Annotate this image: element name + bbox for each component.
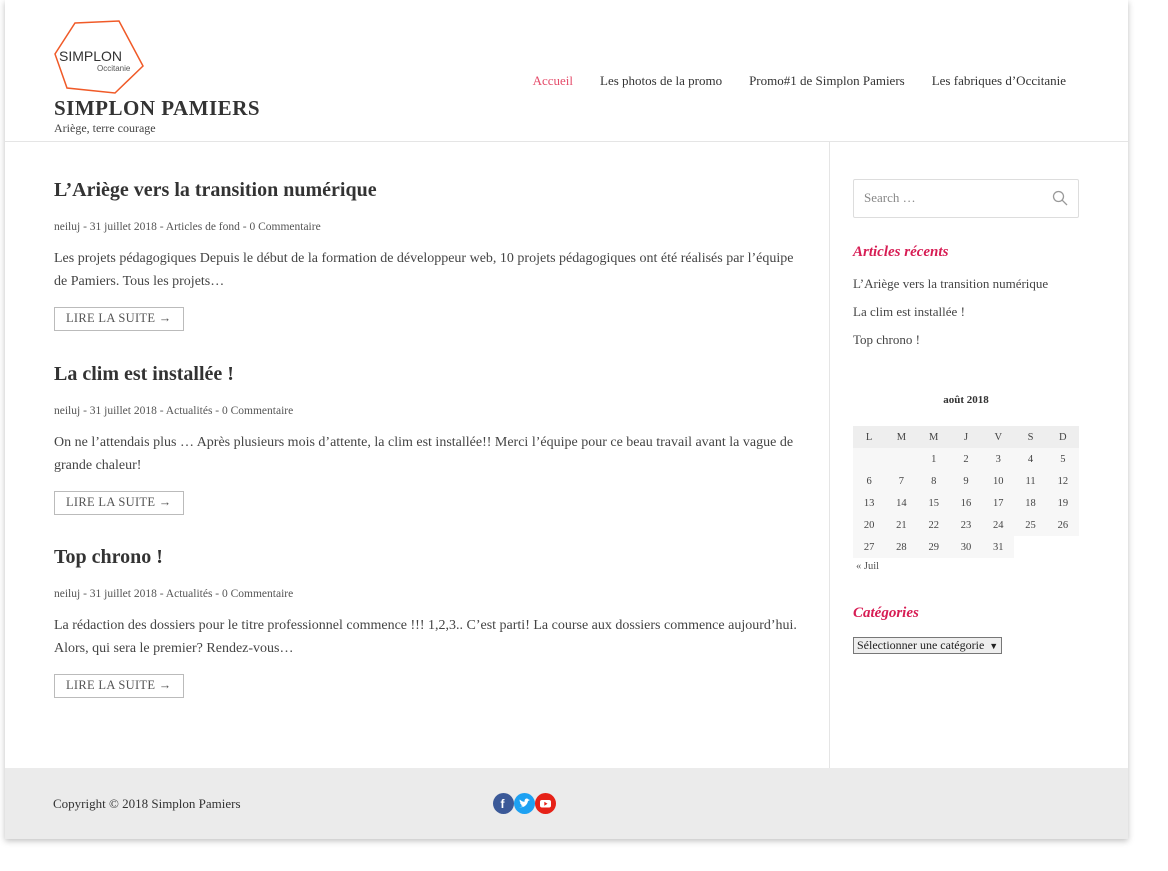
calendar-day: 27 (853, 536, 886, 558)
calendar-day: 1 (917, 448, 950, 470)
calendar-day-header: S (1014, 426, 1047, 448)
calendar-day-header: L (853, 426, 886, 448)
calendar-day: 3 (982, 448, 1015, 470)
calendar-day-header: V (982, 426, 1015, 448)
calendar-empty-cell (1046, 536, 1079, 558)
search-box (853, 179, 1079, 218)
facebook-icon[interactable]: f (493, 793, 514, 814)
social-links: f (493, 793, 556, 814)
post-title[interactable]: La clim est installée ! (54, 363, 814, 386)
calendar-day: 10 (982, 470, 1015, 492)
post-title[interactable]: L’Ariège vers la transition numérique (54, 179, 814, 202)
calendar-day: 25 (1014, 514, 1047, 536)
calendar-day: 5 (1046, 448, 1079, 470)
copyright-text: Copyright © 2018 Simplon Pamiers (53, 796, 241, 811)
recent-post-link[interactable]: Top chrono ! (853, 332, 1048, 360)
categories-title: Catégories (853, 605, 919, 621)
calendar-week-row: 13 14 15 16 17 18 19 (853, 492, 1079, 514)
post: Top chrono ! neiluj - 31 juillet 2018 - … (54, 546, 814, 698)
calendar-empty-cell (885, 448, 918, 470)
calendar-day: 16 (949, 492, 983, 514)
main-nav: Accueil Les photos de la promo Promo#1 d… (533, 73, 1066, 89)
categories-select-value: Sélectionner une catégorie (857, 638, 985, 652)
post-excerpt: La rédaction des dossiers pour le titre … (54, 618, 797, 656)
site-logo[interactable]: SIMPLON Occitanie (53, 20, 145, 96)
calendar-day: 8 (917, 470, 950, 492)
calendar-day: 28 (885, 536, 918, 558)
calendar-empty-cell (853, 448, 886, 470)
logo-subtext: Occitanie (97, 64, 131, 73)
calendar-day: 2 (949, 448, 983, 470)
calendar-day: 17 (982, 492, 1015, 514)
svg-text:f: f (501, 797, 506, 811)
nav-item-fabriques[interactable]: Les fabriques d’Occitanie (932, 73, 1066, 89)
read-more-button[interactable]: LIRE LA SUITE → (54, 491, 184, 515)
site-title[interactable]: SIMPLON PAMIERS (54, 96, 260, 121)
sidebar-divider (829, 142, 830, 768)
read-more-button[interactable]: LIRE LA SUITE → (54, 307, 184, 331)
calendar-day: 22 (917, 514, 950, 536)
calendar-week-row: 20 21 22 23 24 25 26 (853, 514, 1079, 536)
calendar-day: 11 (1014, 470, 1047, 492)
calendar-day: 19 (1046, 492, 1079, 514)
site-footer: Copyright © 2018 Simplon Pamiers f (5, 768, 1128, 839)
calendar-day: 13 (853, 492, 886, 514)
calendar-week-row: 12345 (853, 448, 1079, 470)
search-icon[interactable] (1052, 190, 1068, 211)
nav-item-promo[interactable]: Promo#1 de Simplon Pamiers (749, 73, 905, 89)
calendar-empty-cell (1014, 536, 1047, 558)
site-header: SIMPLON Occitanie SIMPLON PAMIERS Ariège… (5, 0, 1128, 142)
logo-text: SIMPLON (59, 48, 122, 64)
post-meta: neiluj - 31 juillet 2018 - Actualités - … (54, 588, 294, 600)
search-input[interactable] (864, 190, 1034, 206)
calendar-day: 7 (885, 470, 918, 492)
recent-posts-list: L’Ariège vers la transition numérique La… (853, 276, 1048, 360)
post: L’Ariège vers la transition numérique ne… (54, 179, 814, 331)
post-title[interactable]: Top chrono ! (54, 546, 814, 569)
calendar-day-header: M (917, 426, 950, 448)
calendar-day: 12 (1046, 470, 1079, 492)
calendar-day: 9 (949, 470, 983, 492)
recent-post-link[interactable]: La clim est installée ! (853, 304, 1048, 332)
calendar-day: 29 (917, 536, 950, 558)
youtube-icon[interactable] (535, 793, 556, 814)
calendar-day: 26 (1046, 514, 1079, 536)
calendar-day: 23 (949, 514, 983, 536)
calendar-day: 18 (1014, 492, 1047, 514)
calendar-prev-link[interactable]: « Juil (856, 561, 879, 572)
calendar-day: 30 (949, 536, 983, 558)
calendar-day: 4 (1014, 448, 1047, 470)
recent-post-link[interactable]: L’Ariège vers la transition numérique (853, 276, 1048, 304)
calendar-day-header: D (1046, 426, 1079, 448)
read-more-button[interactable]: LIRE LA SUITE → (54, 674, 184, 698)
nav-item-photos[interactable]: Les photos de la promo (600, 73, 722, 89)
calendar-week-row: 6 7 8 9 10 11 12 (853, 470, 1079, 492)
calendar-week-row: 27 28 29 30 31 (853, 536, 1079, 558)
calendar-day: 15 (917, 492, 950, 514)
calendar-day: 20 (853, 514, 886, 536)
nav-item-accueil[interactable]: Accueil (533, 73, 573, 89)
calendar-caption: août 2018 (943, 394, 989, 406)
calendar-day: 6 (853, 470, 886, 492)
calendar-day-header: M (885, 426, 918, 448)
page: SIMPLON Occitanie SIMPLON PAMIERS Ariège… (5, 0, 1128, 839)
calendar-day: 14 (885, 492, 918, 514)
calendar-day-header: J (949, 426, 983, 448)
calendar-day: 24 (982, 514, 1015, 536)
chevron-down-icon: ▼ (989, 641, 999, 651)
calendar-day: 31 (982, 536, 1015, 558)
post-meta: neiluj - 31 juillet 2018 - Articles de f… (54, 221, 321, 233)
calendar-widget: août 2018 L M M J V S D 1 2 3 4 5 6 7 8 9 10 11 12 1… (853, 390, 1079, 572)
calendar-day: 21 (885, 514, 918, 536)
post-excerpt: Les projets pédagogiques Depuis le début… (54, 251, 794, 289)
logo-hexagon-icon: SIMPLON Occitanie (54, 20, 144, 94)
post-meta: neiluj - 31 juillet 2018 - Actualités - … (54, 405, 294, 417)
post: La clim est installée ! neiluj - 31 juil… (54, 363, 814, 515)
twitter-icon[interactable] (514, 793, 535, 814)
calendar-table: L M M J V S D 1 2 3 4 5 6 7 8 9 10 11 12 13 14 15 16 17 1… (853, 426, 1079, 558)
post-excerpt: On ne l’attendais plus … Après plusieurs… (54, 435, 794, 473)
categories-select[interactable]: Sélectionner une catégorie ▼ (853, 637, 1003, 654)
recent-posts-title: Articles récents (853, 244, 949, 260)
site-description: Ariège, terre courage (54, 121, 156, 135)
